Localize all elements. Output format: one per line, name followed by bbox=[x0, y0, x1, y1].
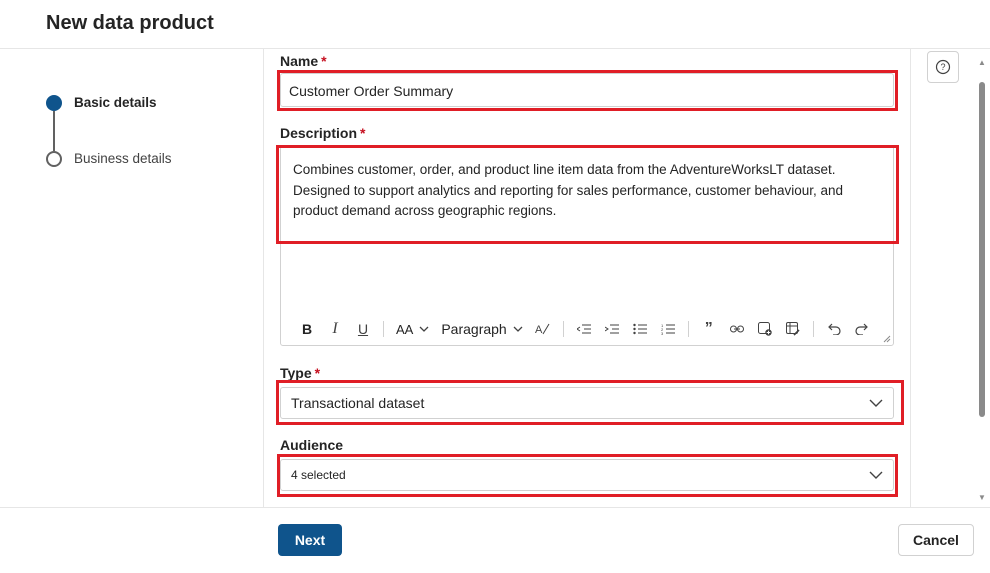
link-icon[interactable] bbox=[723, 315, 751, 343]
audience-label: Audience bbox=[280, 437, 343, 453]
description-label-text: Description bbox=[280, 125, 358, 141]
step-connector bbox=[53, 111, 55, 151]
step-business-details[interactable]: Business details bbox=[74, 151, 172, 166]
wizard-stepper: Basic details Business details bbox=[0, 49, 264, 507]
name-input[interactable]: Customer Order Summary bbox=[280, 73, 894, 107]
next-button[interactable]: Next bbox=[278, 524, 342, 556]
scrollbar-thumb[interactable] bbox=[979, 82, 985, 417]
outdent-icon[interactable] bbox=[570, 315, 598, 343]
description-text[interactable]: Combines customer, order, and product li… bbox=[293, 160, 879, 222]
scroll-down-icon[interactable]: ▼ bbox=[978, 493, 986, 502]
undo-icon[interactable] bbox=[820, 315, 848, 343]
font-size-dropdown[interactable]: AA bbox=[390, 315, 435, 343]
underline-icon[interactable]: U bbox=[349, 315, 377, 343]
step-indicator-active bbox=[46, 95, 62, 111]
required-mark: * bbox=[314, 365, 321, 381]
svg-text:A: A bbox=[535, 324, 543, 336]
type-dropdown[interactable]: Transactional dataset bbox=[280, 387, 894, 419]
step-basic-details[interactable]: Basic details bbox=[74, 95, 157, 110]
cancel-button[interactable]: Cancel bbox=[898, 524, 974, 556]
font-size-icon: AA bbox=[396, 321, 414, 337]
insert-table-icon[interactable] bbox=[779, 315, 807, 343]
chevron-down-icon bbox=[513, 326, 523, 332]
scrollbar[interactable]: ▲ ▼ bbox=[977, 58, 987, 502]
toolbar-separator bbox=[687, 321, 689, 337]
description-editor[interactable]: Combines customer, order, and product li… bbox=[280, 145, 894, 346]
toolbar-separator bbox=[383, 321, 384, 337]
required-mark: * bbox=[321, 53, 327, 69]
left-divider bbox=[263, 49, 264, 507]
name-label-text: Name bbox=[280, 53, 319, 69]
footer-divider bbox=[0, 507, 990, 508]
chevron-down-icon bbox=[869, 399, 883, 407]
rich-text-toolbar: B I U AA Paragraph A 123 ” bbox=[281, 313, 893, 345]
bullet-list-icon[interactable] bbox=[626, 315, 654, 343]
audience-selected-value: 4 selected bbox=[291, 468, 346, 482]
toolbar-separator bbox=[562, 321, 564, 337]
quote-icon[interactable]: ” bbox=[695, 315, 723, 343]
page-title: New data product bbox=[46, 12, 214, 34]
scroll-up-icon[interactable]: ▲ bbox=[978, 58, 986, 67]
type-label-text: Type bbox=[280, 365, 312, 381]
bold-icon[interactable]: B bbox=[293, 315, 321, 343]
name-label: Name * bbox=[280, 53, 327, 69]
toolbar-separator bbox=[812, 321, 814, 337]
chevron-down-icon bbox=[419, 326, 429, 332]
paragraph-dropdown[interactable]: Paragraph bbox=[435, 315, 528, 343]
help-icon: ? bbox=[935, 59, 951, 75]
right-divider bbox=[910, 49, 911, 507]
insert-image-icon[interactable] bbox=[751, 315, 779, 343]
step-indicator-pending bbox=[46, 151, 62, 167]
description-label: Description * bbox=[280, 125, 365, 141]
resize-handle-icon[interactable] bbox=[883, 335, 891, 343]
indent-icon[interactable] bbox=[598, 315, 626, 343]
clear-format-icon[interactable]: A bbox=[529, 315, 557, 343]
italic-icon[interactable]: I bbox=[321, 315, 349, 343]
paragraph-label: Paragraph bbox=[441, 321, 507, 337]
type-label: Type * bbox=[280, 365, 320, 381]
svg-text:3: 3 bbox=[661, 331, 664, 335]
numbered-list-icon[interactable]: 123 bbox=[654, 315, 682, 343]
audience-dropdown[interactable]: 4 selected bbox=[280, 459, 894, 491]
required-mark: * bbox=[360, 125, 366, 141]
audience-label-text: Audience bbox=[280, 437, 344, 453]
type-selected-value: Transactional dataset bbox=[291, 395, 425, 411]
chevron-down-icon bbox=[869, 471, 883, 479]
help-button[interactable]: ? bbox=[927, 51, 959, 83]
redo-icon[interactable] bbox=[848, 315, 876, 343]
svg-text:?: ? bbox=[940, 62, 945, 72]
